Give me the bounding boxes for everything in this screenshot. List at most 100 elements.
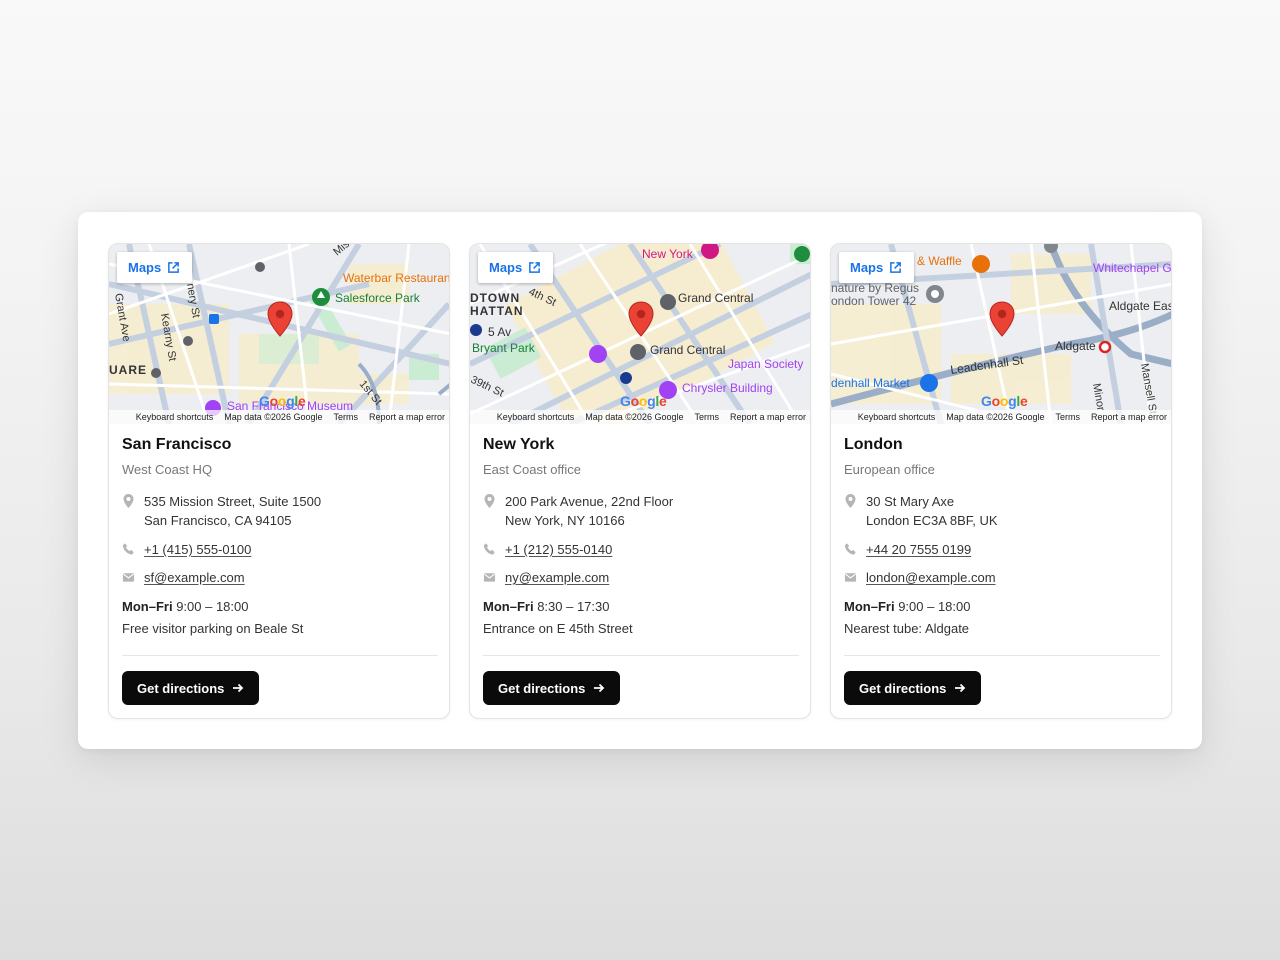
office-subtitle: East Coast office [483,462,582,477]
address-line-1: 30 St Mary Axe [866,494,955,509]
svg-text:& Waffle: & Waffle [917,254,962,268]
google-logo: Google [620,393,667,409]
report-map-error-link[interactable]: Report a map error [369,412,445,422]
email-link[interactable]: sf@example.com [144,570,245,585]
get-directions-button[interactable]: Get directions [483,671,621,705]
svg-text:Aldgate: Aldgate [1055,339,1096,353]
open-in-maps-button[interactable]: Maps [117,252,193,283]
svg-text:UARE: UARE [109,363,147,377]
terms-link[interactable]: Terms [333,412,358,422]
office-subtitle: European office [844,462,935,477]
offices-panel: Waterbar Restaurant Salesforce Park UARE… [78,212,1202,749]
svg-text:DTOWN: DTOWN [470,291,520,305]
hours-days: Mon–Fri [844,599,895,614]
map-data-text: Map data ©2026 Google [224,412,323,422]
arrow-right-icon [594,683,605,693]
external-link-icon [890,262,902,273]
report-map-error-link[interactable]: Report a map error [1091,412,1167,422]
svg-text:Whitechapel G: Whitechapel G [1093,261,1172,275]
email-row: london@example.com [844,568,996,587]
phone-icon [122,543,134,555]
map-san-francisco[interactable]: Waterbar Restaurant Salesforce Park UARE… [109,244,449,424]
map-attribution: Keyboard shortcuts Map data ©2026 Google… [470,410,810,424]
arrow-right-icon [233,683,244,693]
email-link[interactable]: london@example.com [866,570,996,585]
open-in-maps-button[interactable]: Maps [478,252,554,283]
divider [844,655,1160,656]
get-directions-button[interactable]: Get directions [122,671,260,705]
report-map-error-link[interactable]: Report a map error [730,412,806,422]
svg-text:Grand Central: Grand Central [650,343,725,357]
svg-text:ondon Tower 42: ondon Tower 42 [831,294,917,308]
mail-icon [483,573,496,582]
get-directions-button[interactable]: Get directions [844,671,982,705]
map-pin-icon [484,494,495,508]
mail-icon [844,573,857,582]
svg-text:5 Av: 5 Av [488,325,511,339]
phone-row: +1 (415) 555-0100 [122,540,251,559]
email-row: sf@example.com [122,568,245,587]
svg-text:Aldgate East: Aldgate East [1109,299,1172,313]
office-hours: Mon–Fri 8:30 – 17:30 [483,599,609,614]
address-line-1: 535 Mission Street, Suite 1500 [144,494,322,509]
map-data-text: Map data ©2026 Google [585,412,684,422]
phone-link[interactable]: +1 (212) 555-0140 [505,542,612,557]
office-card-london: & Waffle Whitechapel G nature by Regus o… [830,243,1172,719]
location-pin-icon [989,301,1015,337]
svg-text:New York: New York [642,247,694,261]
map-attribution: Keyboard shortcuts Map data ©2026 Google… [109,410,449,424]
office-city: New York [483,436,555,453]
hours-time: 9:00 – 18:00 [176,599,249,614]
phone-row: +1 (212) 555-0140 [483,540,612,559]
open-in-maps-button[interactable]: Maps [839,252,915,283]
office-subtitle: West Coast HQ [122,462,213,477]
office-city: San Francisco [122,436,232,453]
location-pin-icon [267,301,293,337]
phone-link[interactable]: +1 (415) 555-0100 [144,542,251,557]
terms-link[interactable]: Terms [694,412,719,422]
map-data-text: Map data ©2026 Google [946,412,1045,422]
map-attribution: Keyboard shortcuts Map data ©2026 Google… [831,410,1171,424]
svg-text:HATTAN: HATTAN [470,304,524,318]
address-line-2: New York, NY 10166 [505,513,625,528]
mail-icon [122,573,135,582]
office-card-new-york: New York Grand Central Grand Central DTO… [469,243,811,719]
office-city: London [844,436,903,453]
address-line-1: 200 Park Avenue, 22nd Floor [505,494,674,509]
email-link[interactable]: ny@example.com [505,570,609,585]
office-hours: Mon–Fri 9:00 – 18:00 [844,599,970,614]
hours-days: Mon–Fri [122,599,173,614]
svg-text:Chrysler Building: Chrysler Building [682,381,773,395]
svg-text:nature by Regus: nature by Regus [831,281,919,295]
arrow-right-icon [955,683,966,693]
map-pin-icon [845,494,856,508]
svg-text:Grand Central: Grand Central [678,291,753,305]
email-row: ny@example.com [483,568,609,587]
phone-row: +44 20 7555 0199 [844,540,971,559]
keyboard-shortcuts-link[interactable]: Keyboard shortcuts [858,412,936,422]
address-line-2: London EC3A 8BF, UK [866,513,998,528]
address-line-2: San Francisco, CA 94105 [144,513,292,528]
hours-days: Mon–Fri [483,599,534,614]
phone-link[interactable]: +44 20 7555 0199 [866,542,971,557]
address-row: 200 Park Avenue, 22nd Floor New York, NY… [483,492,673,530]
svg-text:Japan Society: Japan Society [728,357,803,371]
office-note: Entrance on E 45th Street [483,621,633,636]
keyboard-shortcuts-link[interactable]: Keyboard shortcuts [497,412,575,422]
office-hours: Mon–Fri 9:00 – 18:00 [122,599,248,614]
google-logo: Google [981,393,1028,409]
location-pin-icon [628,301,654,337]
terms-link[interactable]: Terms [1055,412,1080,422]
svg-text:Salesforce Park: Salesforce Park [335,291,421,305]
office-note: Free visitor parking on Beale St [122,621,304,636]
keyboard-shortcuts-link[interactable]: Keyboard shortcuts [136,412,214,422]
external-link-icon [529,262,541,273]
divider [122,655,438,656]
external-link-icon [168,262,180,273]
phone-icon [483,543,495,555]
map-london[interactable]: & Waffle Whitechapel G nature by Regus o… [831,244,1172,424]
map-new-york[interactable]: New York Grand Central Grand Central DTO… [470,244,810,424]
office-note: Nearest tube: Aldgate [844,621,970,636]
address-row: 535 Mission Street, Suite 1500 San Franc… [122,492,321,530]
svg-text:Bryant Park: Bryant Park [472,341,536,355]
